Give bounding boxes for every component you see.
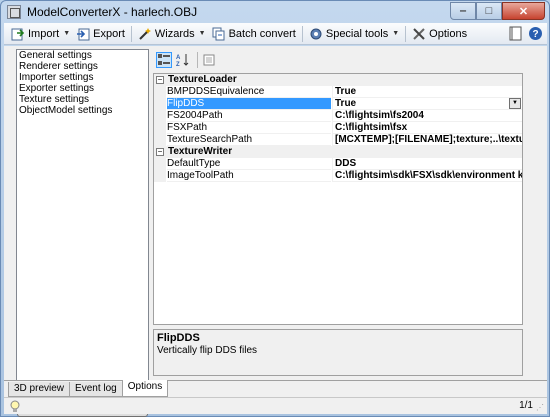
window-title: ModelConverterX - harlech.OBJ	[27, 5, 198, 19]
settings-list[interactable]: General settings Renderer settings Impor…	[16, 49, 149, 392]
options-content: General settings Renderer settings Impor…	[4, 46, 547, 417]
settings-item-renderer[interactable]: Renderer settings	[17, 61, 148, 72]
category-row-texturewriter[interactable]: − TextureWriter	[154, 146, 522, 158]
property-name: FlipDDS	[167, 98, 331, 110]
page-info: 1/1	[519, 400, 533, 411]
import-button[interactable]: Import ▼	[8, 24, 73, 44]
property-grid-toolbar: AZ	[153, 49, 523, 71]
property-name: BMPDDSEquivalence	[167, 86, 331, 98]
categorized-view-button[interactable]	[156, 52, 172, 68]
chevron-down-icon[interactable]: ▼	[392, 30, 399, 37]
property-value[interactable]: C:\flightsim\sdk\FSX\sdk\environment kit…	[332, 170, 522, 182]
lightbulb-icon	[9, 400, 21, 413]
collapse-toggle-icon[interactable]: −	[156, 148, 164, 156]
wand-icon	[138, 27, 152, 41]
export-label: Export	[93, 27, 125, 40]
property-row-selected[interactable]: FlipDDS True ▼	[154, 98, 522, 110]
special-tools-label: Special tools	[325, 27, 389, 40]
maximize-button[interactable]: □	[476, 2, 502, 20]
resize-grip-icon[interactable]: ⋰	[536, 403, 546, 413]
property-pages-icon	[203, 54, 215, 66]
svg-text:Z: Z	[176, 62, 180, 67]
tab-3d-preview[interactable]: 3D preview	[8, 382, 71, 397]
property-value[interactable]: DDS	[332, 158, 522, 170]
property-pages-button[interactable]	[201, 52, 217, 68]
property-row[interactable]: FSXPath C:\flightsim\fsx	[154, 122, 522, 134]
settings-item-texture[interactable]: Texture settings	[17, 94, 148, 105]
window-controls: ‒ □ ✕	[450, 2, 545, 20]
toolbar-separator	[301, 25, 303, 42]
batch-convert-button[interactable]: Batch convert	[209, 24, 299, 44]
help-icon[interactable]: ?	[528, 26, 543, 41]
app-icon	[7, 5, 21, 19]
property-value[interactable]: C:\flightsim\fsx	[332, 122, 522, 134]
toolbar-separator	[405, 25, 407, 42]
svg-text:A: A	[176, 55, 181, 61]
property-name: ImageToolPath	[167, 170, 331, 182]
settings-item-general[interactable]: General settings	[17, 50, 148, 61]
wizards-label: Wizards	[154, 27, 195, 40]
bottom-tabs: 3D preview Event log Options	[4, 380, 547, 397]
svg-text:?: ?	[532, 29, 538, 40]
property-name: FSXPath	[167, 122, 331, 134]
property-row[interactable]: DefaultType DDS	[154, 158, 522, 170]
toolbar-right-icons: ?	[503, 26, 543, 41]
export-button[interactable]: Export	[73, 24, 128, 44]
minimize-button[interactable]: ‒	[450, 2, 476, 20]
batch-icon	[212, 27, 226, 41]
help-title: FlipDDS	[157, 332, 200, 344]
settings-item-exporter[interactable]: Exporter settings	[17, 83, 148, 94]
settings-item-importer[interactable]: Importer settings	[17, 72, 148, 83]
wizards-button[interactable]: Wizards ▼	[135, 24, 209, 44]
help-description: Vertically flip DDS files	[157, 345, 258, 356]
chevron-down-icon[interactable]: ▼	[199, 30, 206, 37]
settings-item-objectmodel[interactable]: ObjectModel settings	[17, 105, 148, 116]
import-label: Import	[28, 27, 60, 40]
property-value[interactable]: C:\flightsim\fs2004	[332, 110, 522, 122]
grid-toolbar-separator	[197, 52, 198, 68]
property-help-panel: FlipDDS Vertically flip DDS files	[153, 329, 523, 376]
toolbar-separator	[130, 25, 132, 42]
gear-icon	[309, 27, 323, 41]
category-name: TextureWriter	[168, 146, 233, 157]
property-name: TextureSearchPath	[167, 134, 331, 146]
status-bar: 1/1 ⋰	[4, 397, 547, 414]
main-toolbar: Import ▼ Export Wizards ▼ Batch convert	[4, 23, 547, 45]
property-name: DefaultType	[167, 158, 331, 170]
categorized-icon	[158, 54, 170, 65]
import-icon	[11, 27, 25, 41]
property-value-dropdown[interactable]: True ▼	[332, 98, 522, 110]
chevron-down-icon[interactable]: ▼	[509, 98, 521, 109]
property-grid-panel: AZ − TextureLoader BMPDDSEquivalence Tru…	[153, 49, 523, 376]
export-icon	[76, 27, 90, 41]
property-row[interactable]: TextureSearchPath [MCXTEMP];[FILENAME];t…	[154, 134, 522, 146]
tab-event-log[interactable]: Event log	[69, 382, 123, 397]
property-row[interactable]: BMPDDSEquivalence True	[154, 86, 522, 98]
sort-az-icon: AZ	[176, 54, 189, 67]
category-row-textureloader[interactable]: − TextureLoader	[154, 74, 522, 86]
property-row[interactable]: ImageToolPath C:\flightsim\sdk\FSX\sdk\e…	[154, 170, 522, 182]
property-row[interactable]: FS2004Path C:\flightsim\fs2004	[154, 110, 522, 122]
property-value-text: True	[335, 98, 357, 109]
property-value[interactable]: [MCXTEMP];[FILENAME];texture;..\texture	[332, 134, 522, 146]
tab-options[interactable]: Options	[121, 380, 169, 397]
tools-icon	[412, 27, 426, 41]
property-grid: − TextureLoader BMPDDSEquivalence True F…	[153, 73, 523, 325]
book-icon[interactable]	[508, 26, 523, 41]
options-button[interactable]: Options	[409, 24, 470, 44]
options-label: Options	[429, 27, 468, 40]
batch-convert-label: Batch convert	[228, 27, 296, 40]
property-value[interactable]: True	[332, 86, 522, 98]
alphabetical-view-button[interactable]: AZ	[175, 52, 191, 68]
collapse-toggle-icon[interactable]: −	[156, 76, 164, 84]
chevron-down-icon[interactable]: ▼	[63, 30, 70, 37]
title-bar[interactable]: ModelConverterX - harlech.OBJ ‒ □ ✕	[1, 1, 549, 23]
close-button[interactable]: ✕	[502, 2, 545, 20]
category-name: TextureLoader	[168, 74, 237, 85]
special-tools-button[interactable]: Special tools ▼	[306, 24, 402, 44]
app-window: ModelConverterX - harlech.OBJ ‒ □ ✕ Impo…	[0, 0, 550, 417]
property-name: FS2004Path	[167, 110, 331, 122]
